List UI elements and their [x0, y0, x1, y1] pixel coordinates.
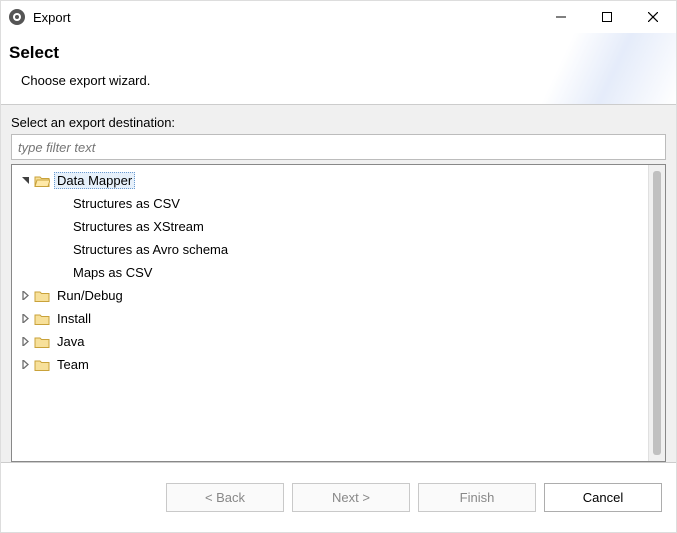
folder-icon [34, 335, 50, 349]
folder-icon [34, 312, 50, 326]
tree-category-label: Data Mapper [54, 172, 135, 189]
next-button[interactable]: Next > [292, 483, 410, 512]
folder-icon [34, 174, 50, 188]
button-bar: < Back Next > Finish Cancel [1, 462, 676, 532]
tree-category[interactable]: Data Mapper [12, 169, 648, 192]
finish-button[interactable]: Finish [418, 483, 536, 512]
chevron-right-icon[interactable] [18, 335, 32, 349]
tree-category-label: Team [54, 356, 92, 373]
scrollbar[interactable] [648, 165, 665, 461]
page-subtitle: Choose export wizard. [21, 73, 668, 88]
tree-category-label: Run/Debug [54, 287, 126, 304]
tree-item-label: Structures as Avro schema [70, 241, 231, 258]
page-title: Select [9, 43, 668, 63]
tree-item[interactable]: Maps as CSV [12, 261, 648, 284]
destination-label: Select an export destination: [11, 115, 666, 130]
tree-item[interactable]: Structures as Avro schema [12, 238, 648, 261]
tree-category[interactable]: Install [12, 307, 648, 330]
tree-category[interactable]: Team [12, 353, 648, 376]
export-dialog: Export Select Choose export wizard. Sele… [0, 0, 677, 533]
filter-input[interactable] [11, 134, 666, 160]
titlebar: Export [1, 1, 676, 33]
minimize-button[interactable] [538, 1, 584, 33]
folder-icon [34, 358, 50, 372]
close-button[interactable] [630, 1, 676, 33]
tree-item[interactable]: Structures as XStream [12, 215, 648, 238]
cancel-button[interactable]: Cancel [544, 483, 662, 512]
tree-category[interactable]: Java [12, 330, 648, 353]
tree-category-label: Java [54, 333, 87, 350]
tree-container: Data Mapper Structures as CSV Structures a… [11, 164, 666, 462]
chevron-down-icon[interactable] [18, 174, 32, 188]
back-button[interactable]: < Back [166, 483, 284, 512]
wizard-body: Select an export destination: Data Mappe… [1, 105, 676, 462]
tree-item-label: Structures as CSV [70, 195, 183, 212]
app-icon [9, 9, 25, 25]
export-tree[interactable]: Data Mapper Structures as CSV Structures a… [12, 165, 648, 461]
window-title: Export [33, 10, 71, 25]
tree-item-label: Maps as CSV [70, 264, 155, 281]
tree-item-label: Structures as XStream [70, 218, 207, 235]
chevron-right-icon[interactable] [18, 358, 32, 372]
folder-icon [34, 289, 50, 303]
scrollbar-thumb[interactable] [653, 171, 661, 455]
maximize-button[interactable] [584, 1, 630, 33]
wizard-header: Select Choose export wizard. [1, 33, 676, 105]
window-controls [538, 1, 676, 33]
chevron-right-icon[interactable] [18, 312, 32, 326]
tree-item[interactable]: Structures as CSV [12, 192, 648, 215]
tree-category-label: Install [54, 310, 94, 327]
tree-category[interactable]: Run/Debug [12, 284, 648, 307]
chevron-right-icon[interactable] [18, 289, 32, 303]
